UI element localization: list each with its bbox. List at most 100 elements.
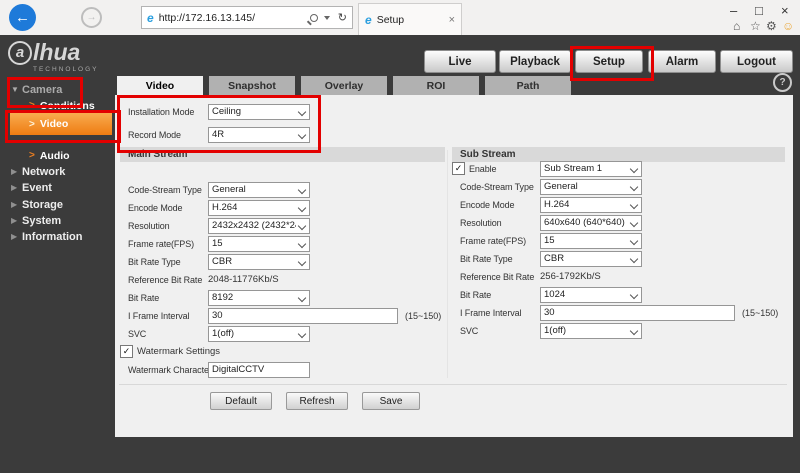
dropdown-caret-icon[interactable]	[323, 15, 330, 20]
chevron-right-icon: >	[29, 150, 35, 161]
sub-encode-mode-select[interactable]: H.264	[540, 196, 642, 213]
tab-close-icon[interactable]: ×	[449, 14, 455, 26]
nav-setup-button[interactable]: Setup	[575, 50, 643, 73]
window-close-button[interactable]: ×	[781, 3, 789, 18]
field-row: Bit Rate 8192	[120, 289, 450, 306]
search-icon[interactable]	[309, 13, 318, 22]
i-frame-range-hint: (15~150)	[742, 307, 779, 318]
tab-roi[interactable]: ROI	[393, 76, 479, 95]
triangle-right-icon: ▶	[11, 232, 18, 241]
record-mode-label: Record Mode	[128, 129, 181, 140]
chevron-down-icon	[629, 236, 639, 245]
refresh-icon[interactable]: ↻	[338, 11, 347, 24]
home-icon[interactable]: ⌂	[733, 19, 740, 33]
chevron-down-icon	[297, 329, 307, 338]
sub-svc-select[interactable]: 1(off)	[540, 322, 642, 339]
sidebar-item-camera[interactable]: ▼ Camera	[0, 81, 115, 98]
sub-code-stream-type-select[interactable]: General	[540, 178, 642, 195]
field-row: Bit Rate Type CBR	[120, 253, 450, 270]
bottom-separator	[119, 384, 787, 385]
sub-bit-rate-type-select[interactable]: CBR	[540, 250, 642, 267]
field-row: Frame rate(FPS) 15	[452, 232, 790, 249]
sidebar-item-audio[interactable]: > Audio	[0, 147, 115, 164]
refresh-button[interactable]: Refresh	[286, 392, 348, 410]
nav-playback-button[interactable]: Playback	[499, 50, 571, 73]
browser-back-button[interactable]: ←	[9, 4, 36, 31]
logo-tagline: TECHNOLOGY	[33, 66, 99, 73]
sub-reference-bit-rate-value: 256-1792Kb/S	[540, 271, 601, 282]
record-mode-select[interactable]: 4R	[208, 126, 310, 143]
sub-resolution-select[interactable]: 640x640 (640*640)	[540, 214, 642, 231]
save-button[interactable]: Save	[362, 392, 420, 410]
ie-tab-favicon: e	[365, 12, 372, 27]
nav-logout-button[interactable]: Logout	[720, 50, 793, 73]
main-resolution-select[interactable]: 2432x2432 (2432*2432)	[208, 217, 310, 234]
sidebar-item-conditions[interactable]: > Conditions	[0, 97, 115, 114]
main-stream-header: Main Stream	[120, 147, 445, 162]
field-row: I Frame Interval (15~150)	[452, 304, 790, 321]
field-row: I Frame Interval (15~150)	[120, 307, 450, 324]
help-button[interactable]: ?	[773, 73, 792, 92]
field-row: SVC 1(off)	[452, 322, 790, 339]
dahua-logo: a lhua	[8, 39, 80, 66]
field-row: Resolution 640x640 (640*640)	[452, 214, 790, 231]
sub-stream-select[interactable]: Sub Stream 1	[540, 160, 642, 177]
feedback-smiley-icon[interactable]: ☺	[782, 19, 794, 33]
sub-bit-rate-select[interactable]: 1024	[540, 286, 642, 303]
enable-row: ✓ Enable Sub Stream 1	[452, 160, 790, 177]
field-row: Code-Stream Type General	[452, 178, 790, 195]
sidebar-item-system[interactable]: ▶ System	[0, 212, 115, 229]
triangle-right-icon: ▶	[11, 167, 18, 176]
chevron-right-icon: >	[29, 118, 35, 130]
sidebar-item-video[interactable]: > Video	[10, 113, 112, 135]
browser-chrome: ← → e http://172.16.13.145/ ↻ e Setup × …	[0, 0, 800, 35]
watermark-checkbox[interactable]: ✓	[120, 345, 133, 358]
tab-overlay[interactable]: Overlay	[301, 76, 387, 95]
chevron-down-icon	[297, 185, 307, 194]
nav-live-button[interactable]: Live	[424, 50, 496, 73]
main-code-stream-type-select[interactable]: General	[208, 181, 310, 198]
gear-icon[interactable]: ⚙	[766, 19, 777, 33]
sub-i-frame-interval-input[interactable]	[540, 304, 735, 321]
nav-alarm-button[interactable]: Alarm	[648, 50, 716, 73]
field-row: SVC 1(off)	[120, 325, 450, 342]
dahua-setup-screen: ← → e http://172.16.13.145/ ↻ e Setup × …	[0, 0, 800, 473]
field-row: Code-Stream Type General	[120, 181, 450, 198]
main-bit-rate-select[interactable]: 8192	[208, 289, 310, 306]
sub-frame-rate-select[interactable]: 15	[540, 232, 642, 249]
tab-path[interactable]: Path	[485, 76, 571, 95]
main-svc-select[interactable]: 1(off)	[208, 325, 310, 342]
main-encode-mode-select[interactable]: H.264	[208, 199, 310, 216]
chevron-down-icon	[629, 182, 639, 191]
main-stream-section: Code-Stream Type General Encode Mode H.2…	[120, 181, 450, 379]
sidebar-item-information[interactable]: ▶ Information	[0, 228, 115, 245]
chevron-down-icon	[629, 164, 639, 173]
window-restore-button[interactable]: □	[755, 3, 763, 18]
default-button[interactable]: Default	[210, 392, 272, 410]
window-minimize-button[interactable]: –	[730, 3, 737, 18]
address-bar[interactable]: e http://172.16.13.145/ ↻	[141, 6, 353, 29]
browser-forward-button[interactable]: →	[81, 7, 102, 28]
tab-snapshot[interactable]: Snapshot	[209, 76, 295, 95]
url-text: http://172.16.13.145/	[158, 11, 256, 24]
sidebar-item-network[interactable]: ▶ Network	[0, 163, 115, 180]
favorites-star-icon[interactable]: ☆	[750, 19, 761, 33]
installation-mode-select[interactable]: Ceiling	[208, 103, 310, 120]
sidebar-item-event[interactable]: ▶ Event	[0, 179, 115, 196]
record-mode-row: Record Mode 4R	[120, 126, 328, 143]
field-row: Encode Mode H.264	[452, 196, 790, 213]
field-row: Reference Bit Rate 256-1792Kb/S	[460, 271, 601, 282]
sidebar-item-storage[interactable]: ▶ Storage	[0, 196, 115, 213]
sub-stream-enable-checkbox[interactable]: ✓	[452, 162, 465, 175]
watermark-character-input[interactable]	[208, 361, 310, 378]
tab-video[interactable]: Video	[117, 76, 203, 95]
field-row: Encode Mode H.264	[120, 199, 450, 216]
tab-title: Setup	[376, 13, 405, 26]
main-frame-rate-select[interactable]: 15	[208, 235, 310, 252]
ie-page-icon: e	[147, 10, 154, 25]
main-bit-rate-type-select[interactable]: CBR	[208, 253, 310, 270]
chevron-down-icon	[297, 107, 307, 116]
main-i-frame-interval-input[interactable]	[208, 307, 398, 324]
chevron-down-icon	[297, 257, 307, 266]
browser-tab-setup[interactable]: e Setup ×	[358, 3, 462, 35]
